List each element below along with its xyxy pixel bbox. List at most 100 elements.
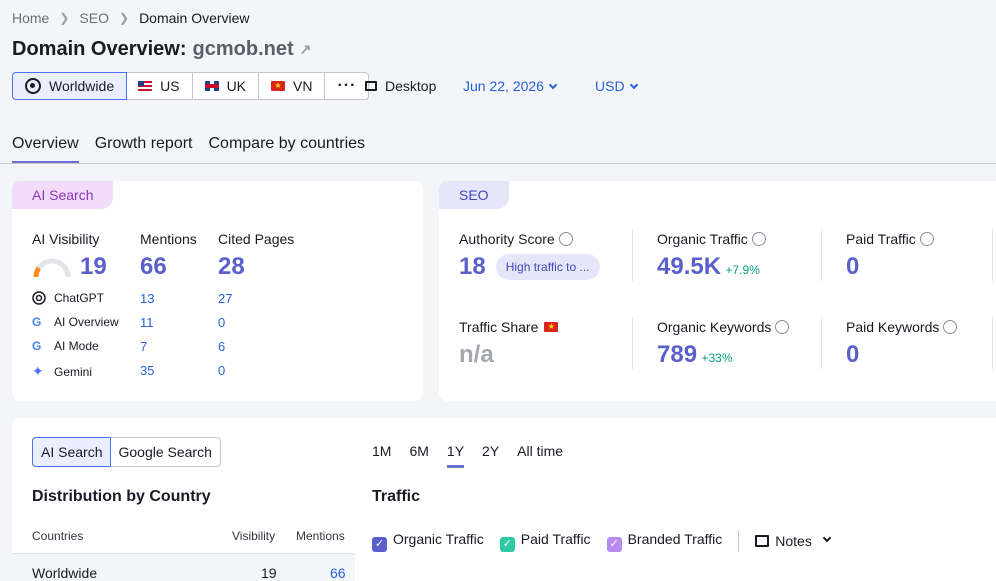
- more-locations-button[interactable]: ···: [325, 73, 368, 99]
- mentions-label: Mentions: [140, 231, 197, 247]
- seo-card: SEO Authority Score 18 High traffic to .…: [439, 181, 996, 401]
- info-icon[interactable]: [919, 232, 934, 246]
- tab-growth-report[interactable]: Growth report: [95, 135, 193, 164]
- gemini-icon: ✦: [32, 363, 44, 379]
- col-countries: Countries: [32, 529, 84, 543]
- tab-compare-by-countries[interactable]: Compare by countries: [209, 135, 366, 164]
- date-selector[interactable]: Jun 22, 2026: [463, 78, 558, 94]
- chatgpt-icon: [32, 291, 46, 305]
- mentions-value[interactable]: 66: [140, 253, 167, 281]
- ai-row-gemini: ✦ Gemini: [32, 363, 93, 379]
- divider: [992, 317, 993, 369]
- traffic-legend: ✓ Organic Traffic ✓ Paid Traffic ✓ Branded …: [372, 530, 832, 552]
- organic-keywords-value[interactable]: 789: [657, 341, 697, 368]
- domain-link[interactable]: gcmob.net: [193, 38, 294, 61]
- check-icon: ✓: [606, 536, 622, 552]
- col-visibility[interactable]: Visibility: [232, 529, 275, 543]
- ai-mode-cited[interactable]: 6: [218, 339, 225, 354]
- external-link-icon[interactable]: ↗: [300, 41, 312, 58]
- info-icon[interactable]: [943, 320, 958, 334]
- breadcrumb: Home ❯ SEO ❯ Domain Overview: [12, 10, 250, 26]
- location-worldwide[interactable]: Worldwide: [12, 72, 128, 100]
- desktop-icon: [365, 81, 377, 91]
- organic-traffic: 49.5K +7.9%: [657, 253, 760, 281]
- ai-overview-mentions[interactable]: 11: [140, 315, 154, 330]
- authority-badge[interactable]: High traffic to ...: [495, 254, 600, 280]
- toggle-google-search[interactable]: Google Search: [110, 438, 219, 466]
- ai-overview-cited[interactable]: 0: [218, 315, 225, 330]
- uk-flag-icon: [204, 81, 219, 91]
- authority-score-label: Authority Score: [459, 231, 573, 247]
- ai-row-ai-overview: G AI Overview: [32, 315, 119, 329]
- legend-branded[interactable]: ✓ Branded Traffic: [606, 531, 722, 552]
- traffic-share-value: n/a: [459, 341, 494, 368]
- period-6m[interactable]: 6M: [409, 443, 428, 468]
- divider: [821, 229, 822, 281]
- gemini-mentions[interactable]: 35: [140, 363, 154, 378]
- col-mentions[interactable]: Mentions: [296, 529, 345, 543]
- location-selector: Worldwide US UK ★ VN ···: [12, 72, 370, 100]
- divider: [821, 317, 822, 369]
- location-uk[interactable]: UK: [193, 73, 260, 99]
- info-icon[interactable]: [558, 232, 573, 246]
- chevron-down-icon: [629, 80, 638, 90]
- traffic-title: Traffic: [372, 488, 421, 505]
- paid-traffic-value[interactable]: 0: [846, 253, 859, 281]
- legend-organic[interactable]: ✓ Organic Traffic: [372, 531, 484, 552]
- chatgpt-cited[interactable]: 27: [218, 291, 232, 306]
- google-icon: G: [32, 339, 42, 353]
- us-flag-icon: [138, 81, 153, 91]
- check-icon: ✓: [372, 536, 387, 552]
- row-mentions[interactable]: 66: [330, 565, 346, 581]
- page-title-prefix: Domain Overview:: [12, 38, 187, 60]
- divider: [738, 530, 740, 552]
- vn-flag-icon: ★: [544, 322, 559, 332]
- tab-divider: [0, 163, 996, 164]
- legend-paid[interactable]: ✓ Paid Traffic: [499, 531, 591, 552]
- globe-icon: [25, 78, 41, 94]
- ai-search-pill: AI Search: [12, 181, 114, 209]
- toggle-ai-search[interactable]: AI Search: [32, 437, 112, 467]
- period-1y[interactable]: 1Y: [446, 443, 465, 468]
- organic-keywords: 789 +33%: [657, 341, 733, 369]
- period-all-time[interactable]: All time: [517, 443, 563, 468]
- bottom-card: AI Search Google Search Distribution by …: [12, 418, 996, 581]
- breadcrumb-current: Domain Overview: [139, 10, 250, 26]
- ai-mode-mentions[interactable]: 7: [140, 339, 147, 354]
- seo-pill: SEO: [439, 181, 509, 209]
- location-vn[interactable]: ★ VN: [259, 73, 326, 99]
- chevron-down-icon: [548, 80, 558, 90]
- ai-search-card: AI Search AI Visibility Mentions Cited P…: [12, 181, 423, 401]
- currency-selector[interactable]: USD: [595, 78, 638, 94]
- location-us[interactable]: US: [126, 73, 193, 99]
- vn-flag-icon: ★: [271, 81, 286, 91]
- chatgpt-mentions[interactable]: 13: [140, 291, 154, 306]
- google-icon: G: [32, 315, 42, 329]
- note-icon: [755, 535, 770, 547]
- device-selector[interactable]: Desktop: [365, 78, 436, 94]
- ai-visibility-value[interactable]: 19: [80, 253, 107, 281]
- organic-keywords-change: +33%: [701, 351, 733, 365]
- breadcrumb-home[interactable]: Home: [12, 10, 49, 26]
- authority-score-value[interactable]: 18: [459, 253, 486, 281]
- cited-pages-value[interactable]: 28: [218, 253, 245, 281]
- table-row[interactable]: Worldwide 19 66: [12, 553, 355, 581]
- period-selector: 1M 6M 1Y 2Y All time: [372, 443, 563, 468]
- search-type-toggle: AI Search Google Search: [32, 437, 221, 467]
- check-icon: ✓: [499, 536, 515, 552]
- period-2y[interactable]: 2Y: [482, 443, 499, 468]
- info-icon[interactable]: [751, 232, 766, 246]
- notes-button[interactable]: Notes: [755, 533, 832, 549]
- authority-score: 18 High traffic to ...: [459, 253, 600, 281]
- row-country: Worldwide: [32, 565, 98, 581]
- organic-traffic-value[interactable]: 49.5K: [657, 253, 721, 280]
- gemini-cited[interactable]: 0: [218, 363, 225, 378]
- period-1m[interactable]: 1M: [372, 443, 391, 468]
- organic-keywords-label: Organic Keywords: [657, 319, 790, 335]
- visibility-gauge: [33, 258, 71, 278]
- breadcrumb-seo[interactable]: SEO: [79, 10, 109, 26]
- traffic-share-label: Traffic Share ★: [459, 319, 559, 335]
- info-icon[interactable]: [775, 320, 790, 334]
- tab-overview[interactable]: Overview: [12, 135, 79, 164]
- paid-keywords-value[interactable]: 0: [846, 341, 859, 369]
